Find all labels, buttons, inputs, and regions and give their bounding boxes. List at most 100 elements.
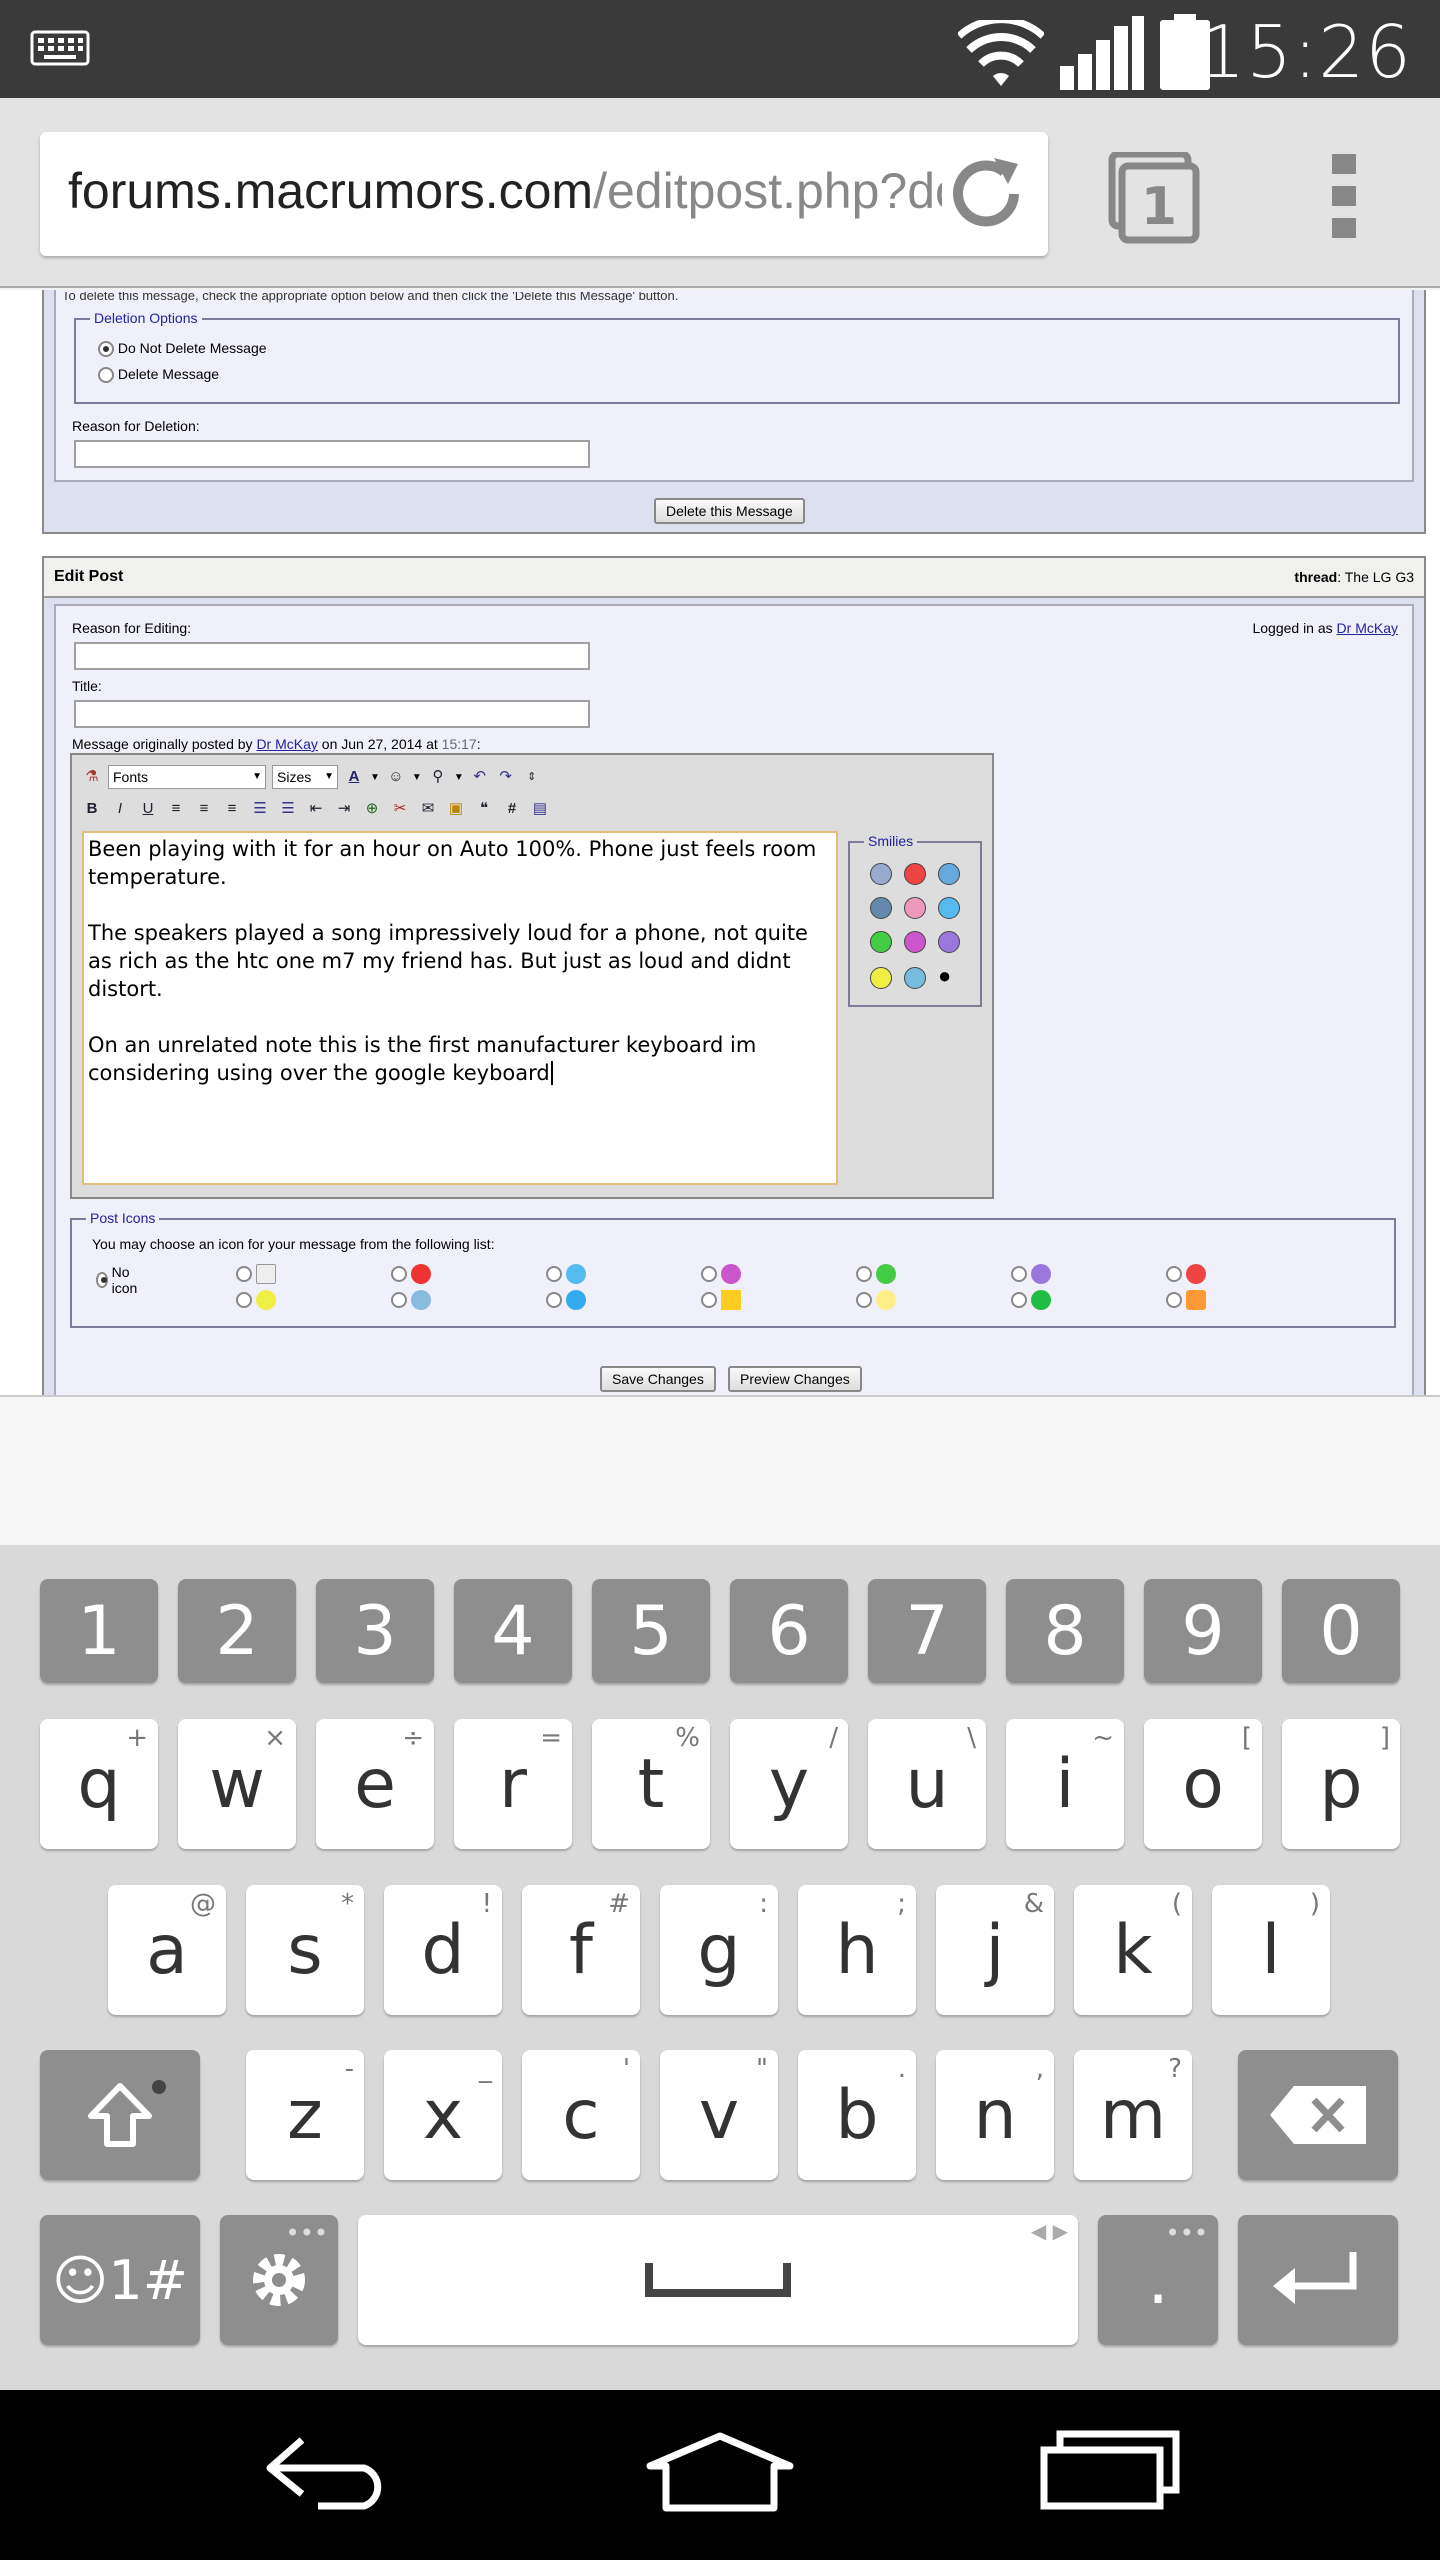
orig-user-link[interactable]: Dr McKay: [256, 736, 317, 752]
message-textarea[interactable]: Been playing with it for an hour on Auto…: [82, 831, 838, 1185]
unlink-icon[interactable]: ✂: [390, 799, 410, 819]
key-i[interactable]: i ~: [1006, 1719, 1124, 1849]
chevron-down-icon[interactable]: ▼: [370, 772, 380, 783]
key-p[interactable]: p]: [1282, 1719, 1400, 1849]
number-key-0[interactable]: 0: [1282, 1579, 1400, 1683]
italic-icon[interactable]: I: [110, 799, 130, 819]
enter-key[interactable]: [1238, 2215, 1398, 2345]
post-icon-tongue[interactable]: [701, 1264, 741, 1284]
code-icon[interactable]: ▤: [530, 799, 550, 819]
key-l[interactable]: l): [1212, 1885, 1330, 2015]
align-right-icon[interactable]: ≡: [222, 799, 242, 819]
radio-no-icon[interactable]: [96, 1272, 108, 1288]
key-q[interactable]: q +: [40, 1719, 158, 1849]
title-input[interactable]: [74, 700, 590, 728]
key-z[interactable]: z-: [246, 2050, 364, 2180]
post-icon-none[interactable]: No icon: [96, 1264, 142, 1296]
number-key-7[interactable]: 7: [868, 1579, 986, 1683]
key-a[interactable]: a @: [108, 1885, 226, 2015]
key-j[interactable]: j &: [936, 1885, 1054, 2015]
key-u[interactable]: u \: [868, 1719, 986, 1849]
space-key[interactable]: ◀ ▶: [358, 2215, 1078, 2345]
resize-icon[interactable]: ⇕: [522, 767, 542, 787]
smiley-icon[interactable]: [870, 897, 892, 919]
backspace-key[interactable]: [1238, 2050, 1398, 2180]
post-icon-grin[interactable]: [856, 1264, 896, 1284]
attachment-icon[interactable]: ⚲: [428, 767, 448, 787]
number-key-4[interactable]: 4: [454, 1579, 572, 1683]
post-icon-question[interactable]: [546, 1290, 586, 1310]
number-key-2[interactable]: 2: [178, 1579, 296, 1683]
address-bar[interactable]: forums.macrumors.com/editpost.php?do: [40, 132, 1048, 256]
key-k[interactable]: k(: [1074, 1885, 1192, 2015]
chevron-down-icon[interactable]: ▼: [454, 772, 464, 783]
post-icon-happy[interactable]: [236, 1290, 276, 1310]
smiley-icon[interactable]: [904, 863, 926, 885]
outdent-icon[interactable]: ⇤: [306, 799, 326, 819]
logged-in-user-link[interactable]: Dr McKay: [1337, 620, 1398, 636]
radio[interactable]: [856, 1292, 872, 1308]
key-g[interactable]: g:: [660, 1885, 778, 2015]
chevron-down-icon[interactable]: ▼: [412, 772, 422, 783]
smiley-icon[interactable]: [904, 897, 926, 919]
post-icon-frown[interactable]: [1011, 1264, 1051, 1284]
preview-changes-button[interactable]: Preview Changes: [728, 1366, 862, 1392]
number-key-9[interactable]: 9: [1144, 1579, 1262, 1683]
key-s[interactable]: s *: [246, 1885, 364, 2015]
number-key-3[interactable]: 3: [316, 1579, 434, 1683]
number-key-8[interactable]: 8: [1006, 1579, 1124, 1683]
radio[interactable]: [546, 1292, 562, 1308]
smiley-icon[interactable]: [938, 931, 960, 953]
align-center-icon[interactable]: ≡: [194, 799, 214, 819]
save-changes-button[interactable]: Save Changes: [600, 1366, 716, 1392]
recent-apps-icon[interactable]: [1040, 2430, 1180, 2510]
reload-icon[interactable]: [942, 150, 1030, 238]
ordered-list-icon[interactable]: ☰: [250, 799, 270, 819]
key-h[interactable]: h;: [798, 1885, 916, 2015]
url-text[interactable]: forums.macrumors.com/editpost.php?do: [68, 162, 963, 220]
post-icon-thumbs-up[interactable]: [1166, 1290, 1206, 1310]
underline-icon[interactable]: U: [138, 799, 158, 819]
quote-icon[interactable]: ❝: [474, 799, 494, 819]
number-key-1[interactable]: 1: [40, 1579, 158, 1683]
key-x[interactable]: x _: [384, 2050, 502, 2180]
undo-icon[interactable]: ↶: [470, 767, 490, 787]
number-key-5[interactable]: 5: [592, 1579, 710, 1683]
key-n[interactable]: n,: [936, 2050, 1054, 2180]
email-link-icon[interactable]: ✉: [418, 799, 438, 819]
key-r[interactable]: r =: [454, 1719, 572, 1849]
option-delete[interactable]: Delete Message: [98, 366, 219, 384]
post-icon-smile[interactable]: [546, 1264, 586, 1284]
key-o[interactable]: o[: [1144, 1719, 1262, 1849]
delete-message-button[interactable]: Delete this Message: [654, 498, 805, 524]
key-m[interactable]: m?: [1074, 2050, 1192, 2180]
key-f[interactable]: f #: [522, 1885, 640, 2015]
overflow-menu-icon[interactable]: [1326, 154, 1362, 238]
radio-do-not-delete[interactable]: [98, 341, 114, 358]
link-icon[interactable]: ⊕: [362, 799, 382, 819]
smiley-icon[interactable]: [870, 931, 892, 953]
radio[interactable]: [701, 1292, 717, 1308]
radio[interactable]: [236, 1266, 252, 1282]
post-icon-lightbulb[interactable]: [856, 1290, 896, 1310]
unordered-list-icon[interactable]: ☰: [278, 799, 298, 819]
bold-icon[interactable]: B: [82, 799, 102, 819]
smiley-icon[interactable]: [904, 931, 926, 953]
redo-icon[interactable]: ↷: [496, 767, 516, 787]
radio[interactable]: [1166, 1292, 1182, 1308]
settings-key[interactable]: •••: [220, 2215, 338, 2345]
option-do-not-delete[interactable]: Do Not Delete Message: [98, 340, 267, 358]
radio[interactable]: [701, 1266, 717, 1282]
text-color-icon[interactable]: A: [344, 767, 364, 787]
radio[interactable]: [1011, 1266, 1027, 1282]
smiley-icon[interactable]: [870, 863, 892, 885]
post-icon-mad[interactable]: [1166, 1264, 1206, 1284]
key-c[interactable]: c ': [522, 2050, 640, 2180]
key-t[interactable]: t%: [592, 1719, 710, 1849]
smiley-icon[interactable]: [938, 863, 960, 885]
key-y[interactable]: y /: [730, 1719, 848, 1849]
reason-deletion-input[interactable]: [74, 440, 590, 468]
post-icon-arrow[interactable]: [1011, 1290, 1051, 1310]
radio[interactable]: [391, 1266, 407, 1282]
post-icon-cool[interactable]: [391, 1290, 431, 1310]
